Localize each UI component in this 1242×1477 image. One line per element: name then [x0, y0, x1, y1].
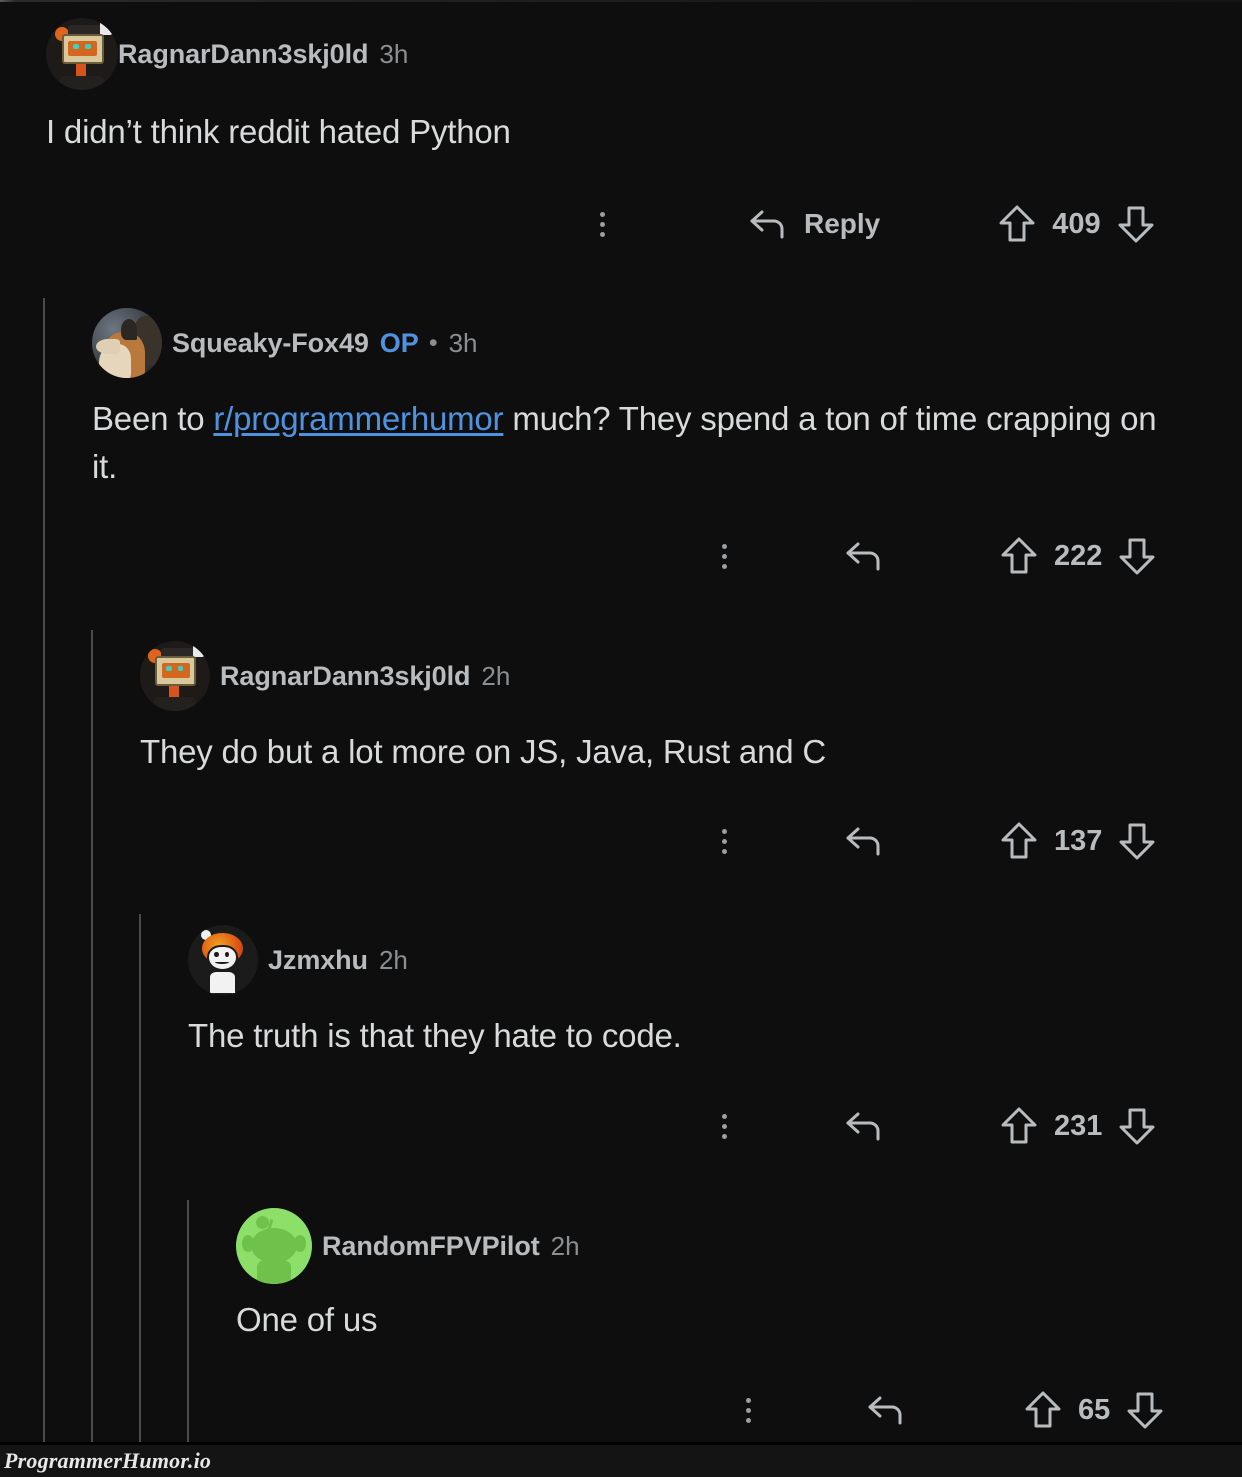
downvote-arrow-icon[interactable] [1118, 1105, 1156, 1147]
more-options-icon[interactable] [704, 536, 744, 576]
vote-count: 65 [1078, 1393, 1111, 1426]
comment-action-row: 137 [704, 813, 1226, 869]
subreddit-link[interactable]: r/programmerhumor [213, 400, 503, 437]
op-badge: OP [379, 327, 419, 358]
comment-thread-item: Jzmxhu 2h The truth is that they hate to… [188, 922, 1226, 1060]
vote-count: 137 [1054, 824, 1103, 857]
reddit-comment-thread-screenshot: RagnarDann3skj0ld 3h I didn’t think redd… [0, 0, 1242, 1477]
comment-thread-item: RandomFPVPilot 2h One of us [236, 1208, 1226, 1344]
avatar[interactable] [140, 641, 210, 711]
reply-button[interactable] [866, 1392, 922, 1428]
comment-header: RagnarDann3skj0ld 3h [46, 16, 1226, 92]
comment-header: RandomFPVPilot 2h [236, 1208, 1226, 1284]
watermark-text: ProgrammerHumor.io [4, 1448, 212, 1473]
reply-button[interactable] [844, 538, 900, 574]
comment-body-text-prefix: Been to [92, 400, 214, 437]
comment-timestamp: 2h [481, 660, 511, 691]
reply-button[interactable] [844, 823, 900, 859]
avatar[interactable] [92, 308, 162, 378]
more-options-icon[interactable] [582, 204, 622, 244]
comment-body: They do but a lot more on JS, Java, Rust… [140, 728, 1160, 776]
downvote-arrow-icon[interactable] [1126, 1389, 1164, 1431]
thread-line-depth-2[interactable] [91, 630, 93, 1445]
comment-author-username[interactable]: Jzmxhu [268, 945, 368, 976]
comment-body-text: They do but a lot more on JS, Java, Rust… [140, 733, 826, 770]
downvote-arrow-icon[interactable] [1118, 535, 1156, 577]
reply-label: Reply [804, 208, 881, 239]
avatar[interactable] [188, 925, 258, 995]
upvote-arrow-icon[interactable] [1000, 820, 1038, 862]
vote-group: 222 [1000, 535, 1156, 577]
comment-body: One of us [236, 1296, 1166, 1344]
comment-header: Squeaky-Fox49 OP • 3h [92, 305, 1226, 381]
reply-button[interactable]: Reply [748, 206, 880, 242]
comment-body-text: One of us [236, 1301, 378, 1338]
avatar[interactable] [46, 18, 118, 90]
comment-body: I didn’t think reddit hated Python [46, 108, 1176, 156]
comment-header: RagnarDann3skj0ld 2h [140, 638, 1226, 714]
separator-dot: • [428, 328, 438, 357]
comment-timestamp: 2h [378, 944, 408, 975]
comment-body-text: I didn’t think reddit hated Python [46, 113, 511, 150]
reply-arrow-icon [748, 206, 790, 242]
vote-count: 409 [1052, 207, 1101, 240]
comment-action-row: Reply 409 [576, 196, 1226, 252]
more-options-icon[interactable] [704, 1106, 744, 1146]
thread-area: RagnarDann3skj0ld 3h I didn’t think redd… [0, 2, 1242, 1445]
comment-author-username[interactable]: RandomFPVPilot [322, 1231, 540, 1262]
downvote-arrow-icon[interactable] [1117, 203, 1155, 245]
comment-author-username[interactable]: RagnarDann3skj0ld [118, 39, 368, 70]
comment-timestamp: 3h [379, 38, 409, 69]
upvote-arrow-icon[interactable] [1000, 1105, 1038, 1147]
vote-group: 65 [1024, 1389, 1164, 1431]
comment-body: Been to r/programmerhumor much? They spe… [92, 395, 1157, 491]
avatar[interactable] [236, 1208, 312, 1284]
upvote-arrow-icon[interactable] [1024, 1389, 1062, 1431]
comment-action-row: 65 [728, 1382, 1226, 1438]
comment-thread-item: RagnarDann3skj0ld 3h I didn’t think redd… [46, 16, 1226, 156]
vote-count: 222 [1054, 539, 1103, 572]
comment-timestamp: 3h [448, 327, 478, 358]
downvote-arrow-icon[interactable] [1118, 820, 1156, 862]
thread-line-depth-1[interactable] [43, 298, 45, 1445]
vote-group: 409 [998, 203, 1154, 245]
thread-line-depth-3[interactable] [139, 914, 141, 1445]
comment-action-row: 231 [704, 1098, 1226, 1154]
reply-button[interactable] [844, 1108, 900, 1144]
more-options-icon[interactable] [728, 1390, 768, 1430]
more-options-icon[interactable] [704, 821, 744, 861]
vote-count: 231 [1054, 1109, 1103, 1142]
comment-thread-item: RagnarDann3skj0ld 2h They do but a lot m… [140, 638, 1226, 776]
upvote-arrow-icon[interactable] [1000, 535, 1038, 577]
comment-body-text: The truth is that they hate to code. [188, 1017, 682, 1054]
comment-author-username[interactable]: Squeaky-Fox49 [172, 328, 369, 359]
reply-arrow-icon [866, 1392, 908, 1428]
vote-group: 231 [1000, 1105, 1156, 1147]
reply-arrow-icon [844, 1108, 886, 1144]
comment-author-username[interactable]: RagnarDann3skj0ld [220, 661, 470, 692]
reply-arrow-icon [844, 823, 886, 859]
comment-timestamp: 2h [550, 1230, 580, 1261]
upvote-arrow-icon[interactable] [998, 203, 1036, 245]
reply-arrow-icon [844, 538, 886, 574]
comment-header: Jzmxhu 2h [188, 922, 1226, 998]
comment-action-row: 222 [704, 528, 1226, 584]
watermark-bar: ProgrammerHumor.io [0, 1445, 1242, 1477]
vote-group: 137 [1000, 820, 1156, 862]
comment-body: The truth is that they hate to code. [188, 1012, 1163, 1060]
comment-thread-item: Squeaky-Fox49 OP • 3h Been to r/programm… [92, 305, 1226, 491]
thread-line-depth-4[interactable] [187, 1200, 189, 1445]
